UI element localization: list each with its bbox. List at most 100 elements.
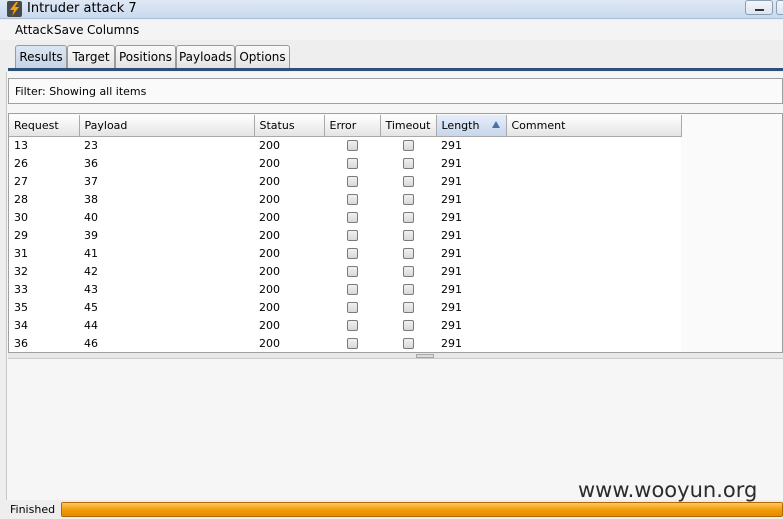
table-row[interactable]: 32 42 200 291 bbox=[9, 262, 681, 280]
column-header-comment[interactable]: Comment bbox=[506, 115, 682, 137]
cell-comment bbox=[506, 208, 681, 226]
timeout-checkbox[interactable] bbox=[402, 284, 414, 295]
table-row[interactable]: 13 23 200 291 bbox=[9, 136, 681, 154]
cell-comment bbox=[506, 262, 681, 280]
cell-status: 200 bbox=[254, 334, 324, 352]
timeout-checkbox[interactable] bbox=[402, 320, 414, 331]
cell-timeout-checkbox bbox=[380, 280, 436, 298]
cell-timeout-checkbox bbox=[380, 208, 436, 226]
table-row[interactable]: 29 39 200 291 bbox=[9, 226, 681, 244]
table-row[interactable]: 30 40 200 291 bbox=[9, 208, 681, 226]
tab-target[interactable]: Target bbox=[67, 45, 115, 69]
table-row[interactable]: 33 43 200 291 bbox=[9, 280, 681, 298]
error-checkbox[interactable] bbox=[346, 212, 358, 223]
cell-status: 200 bbox=[254, 226, 324, 244]
timeout-checkbox[interactable] bbox=[402, 302, 414, 313]
column-header-status[interactable]: Status bbox=[254, 115, 325, 137]
column-header-timeout[interactable]: Timeout bbox=[380, 115, 437, 137]
window-title: Intruder attack 7 bbox=[27, 1, 137, 16]
timeout-checkbox[interactable] bbox=[402, 140, 414, 152]
error-checkbox[interactable] bbox=[346, 266, 358, 277]
table-header-row: Request Payload Status Error Timeout Len… bbox=[9, 115, 682, 137]
pane-splitter[interactable] bbox=[8, 353, 783, 359]
cell-request: 32 bbox=[9, 262, 79, 280]
maximize-button[interactable] bbox=[776, 0, 783, 15]
cell-request: 26 bbox=[9, 154, 79, 172]
table-row[interactable]: 34 44 200 291 bbox=[9, 316, 681, 334]
cell-comment bbox=[506, 190, 681, 208]
cell-comment bbox=[506, 298, 681, 316]
tab-positions[interactable]: Positions bbox=[115, 45, 176, 69]
tab-payloads[interactable]: Payloads bbox=[176, 45, 235, 69]
progress-bar bbox=[61, 502, 783, 517]
column-header-length[interactable]: Length bbox=[436, 115, 507, 137]
error-checkbox[interactable] bbox=[346, 176, 358, 187]
table-row[interactable]: 27 37 200 291 bbox=[9, 172, 681, 190]
filter-bar[interactable]: Filter: Showing all items bbox=[8, 78, 783, 104]
tab-underline bbox=[8, 68, 783, 71]
splitter-grip[interactable] bbox=[416, 354, 434, 358]
cell-payload: 38 bbox=[79, 190, 254, 208]
cell-request: 13 bbox=[9, 136, 79, 154]
timeout-checkbox[interactable] bbox=[402, 230, 414, 241]
cell-length: 291 bbox=[436, 334, 506, 352]
cell-length: 291 bbox=[436, 154, 506, 172]
column-header-request[interactable]: Request bbox=[9, 115, 80, 137]
column-header-error[interactable]: Error bbox=[324, 115, 381, 137]
cell-error-checkbox bbox=[324, 316, 380, 334]
timeout-checkbox[interactable] bbox=[402, 338, 414, 349]
error-checkbox[interactable] bbox=[346, 284, 358, 295]
column-header-payload[interactable]: Payload bbox=[79, 115, 255, 137]
error-checkbox[interactable] bbox=[346, 140, 358, 152]
sort-ascending-icon bbox=[491, 121, 500, 128]
cell-timeout-checkbox bbox=[380, 244, 436, 262]
progress-fill bbox=[62, 503, 782, 516]
table-row[interactable]: 35 45 200 291 bbox=[9, 298, 681, 316]
timeout-checkbox[interactable] bbox=[402, 194, 414, 205]
tab-options[interactable]: Options bbox=[235, 45, 290, 69]
cell-comment bbox=[506, 244, 681, 262]
error-checkbox[interactable] bbox=[346, 338, 358, 349]
error-checkbox[interactable] bbox=[346, 230, 358, 241]
window-title-bar[interactable]: Intruder attack 7 bbox=[0, 0, 783, 19]
column-header-length-label: Length bbox=[441, 118, 480, 132]
cell-comment bbox=[506, 154, 681, 172]
cell-status: 200 bbox=[254, 208, 324, 226]
cell-comment bbox=[506, 316, 681, 334]
cell-status: 200 bbox=[254, 172, 324, 190]
error-checkbox[interactable] bbox=[346, 320, 358, 331]
results-table-container[interactable]: Request Payload Status Error Timeout Len… bbox=[8, 113, 783, 353]
cell-payload: 37 bbox=[79, 172, 254, 190]
minimize-button[interactable] bbox=[745, 0, 773, 15]
cell-length: 291 bbox=[436, 280, 506, 298]
cell-error-checkbox bbox=[324, 226, 380, 244]
timeout-checkbox[interactable] bbox=[402, 176, 414, 187]
cell-error-checkbox bbox=[324, 298, 380, 316]
menu-save[interactable]: Save bbox=[54, 23, 83, 37]
table-row[interactable]: 36 46 200 291 bbox=[9, 334, 681, 352]
cell-error-checkbox bbox=[324, 208, 380, 226]
timeout-checkbox[interactable] bbox=[402, 248, 414, 259]
table-row[interactable]: 28 38 200 291 bbox=[9, 190, 681, 208]
tab-results[interactable]: Results bbox=[15, 45, 67, 69]
error-checkbox[interactable] bbox=[346, 302, 358, 313]
lightning-bolt-icon bbox=[7, 1, 22, 17]
error-checkbox[interactable] bbox=[346, 194, 358, 205]
menu-columns[interactable]: Columns bbox=[87, 23, 139, 37]
cell-status: 200 bbox=[254, 244, 324, 262]
table-row[interactable]: 31 41 200 291 bbox=[9, 244, 681, 262]
cell-request: 28 bbox=[9, 190, 79, 208]
menu-attack[interactable]: Attack bbox=[15, 23, 53, 37]
timeout-checkbox[interactable] bbox=[402, 158, 414, 169]
cell-comment bbox=[506, 226, 681, 244]
cell-payload: 40 bbox=[79, 208, 254, 226]
table-row[interactable]: 26 36 200 291 bbox=[9, 154, 681, 172]
timeout-checkbox[interactable] bbox=[402, 266, 414, 277]
cell-request: 29 bbox=[9, 226, 79, 244]
error-checkbox[interactable] bbox=[346, 248, 358, 259]
cell-timeout-checkbox bbox=[380, 190, 436, 208]
timeout-checkbox[interactable] bbox=[402, 212, 414, 223]
cell-status: 200 bbox=[254, 190, 324, 208]
cell-error-checkbox bbox=[324, 244, 380, 262]
error-checkbox[interactable] bbox=[346, 158, 358, 169]
